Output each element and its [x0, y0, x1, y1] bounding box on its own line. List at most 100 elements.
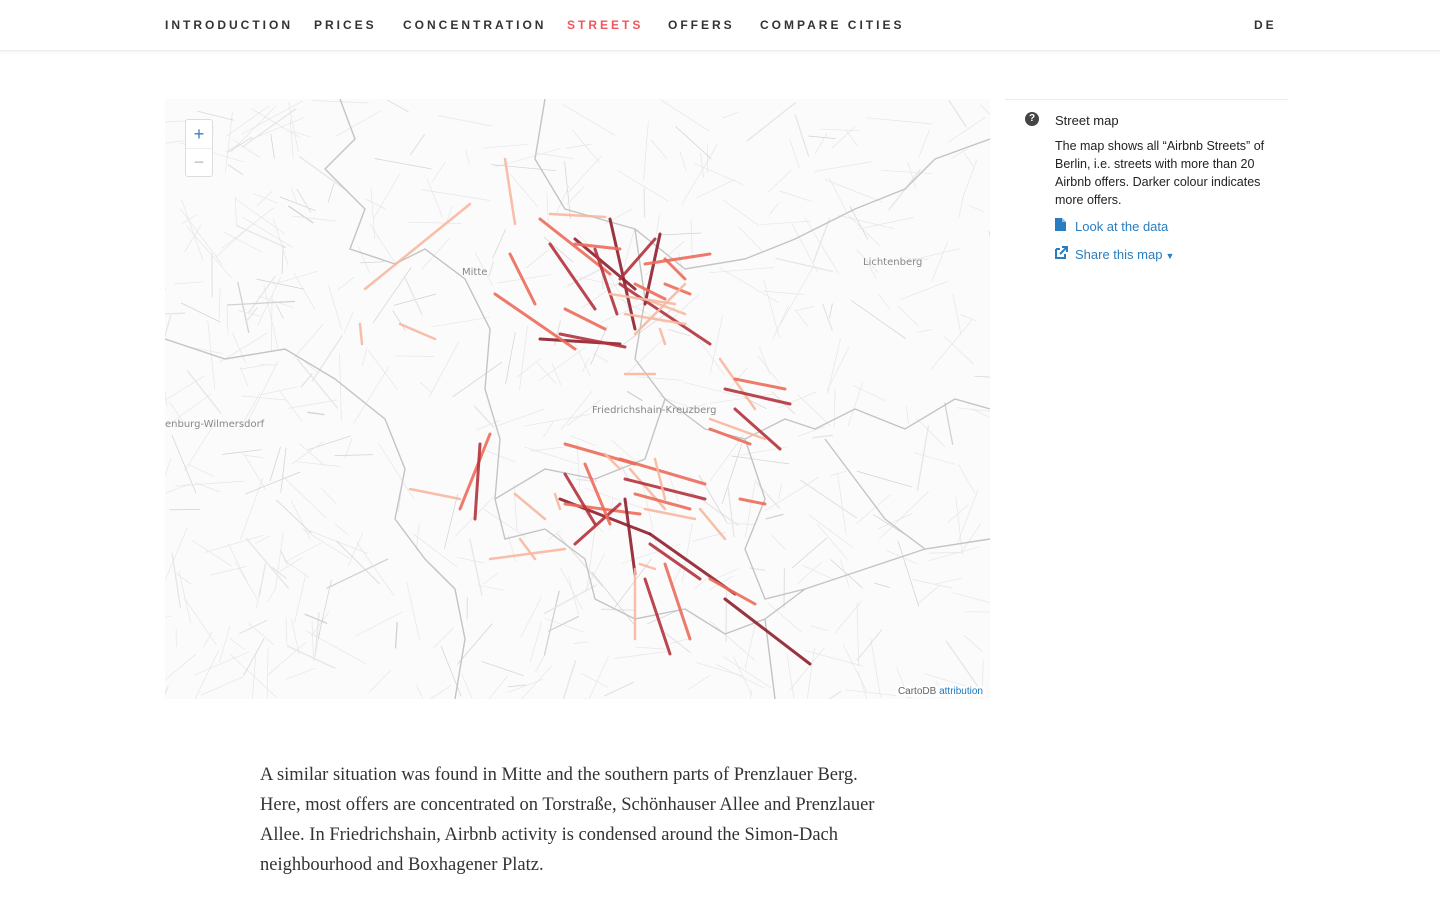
nav-concentration[interactable]: CONCENTRATION	[403, 18, 546, 32]
airbnb-street-segment[interactable]	[653, 457, 667, 501]
basemap-street	[857, 671, 868, 699]
airbnb-street-segment[interactable]	[733, 407, 782, 451]
zoom-out-button[interactable]: −	[186, 148, 212, 176]
basemap-street	[226, 305, 229, 335]
label-lichtenberg: Lichtenberg	[863, 257, 923, 268]
airbnb-street-segment[interactable]	[503, 157, 517, 226]
basemap-street	[431, 161, 446, 183]
basemap-street	[780, 266, 814, 324]
basemap-street	[604, 681, 634, 697]
basemap-street	[211, 253, 213, 298]
basemap-street	[601, 302, 644, 323]
basemap-street	[179, 208, 223, 265]
nav-offers[interactable]: OFFERS	[668, 18, 735, 32]
basemap-street	[186, 369, 222, 414]
basemap-street	[626, 390, 643, 402]
airbnb-street-segment[interactable]	[648, 542, 702, 581]
airbnb-street-segment[interactable]	[633, 282, 687, 336]
basemap-street	[788, 647, 825, 692]
zoom-in-button[interactable]: +	[186, 120, 212, 149]
basemap-street	[802, 565, 836, 581]
airbnb-street-segment[interactable]	[518, 537, 537, 561]
airbnb-street-segment[interactable]	[723, 597, 812, 666]
basemap-street	[918, 128, 931, 158]
basemap-street	[266, 648, 269, 699]
map-canvas[interactable]	[165, 99, 990, 699]
basemap-street	[848, 214, 880, 246]
basemap-street	[296, 461, 341, 467]
basemap-street	[298, 155, 347, 191]
street-map[interactable]: + − Mitte Lichtenberg Friedrichshain-Kre…	[165, 99, 990, 699]
airbnb-street-segment[interactable]	[508, 252, 537, 306]
basemap-street	[872, 514, 905, 535]
basemap-street	[292, 215, 337, 222]
airbnb-street-segment[interactable]	[663, 562, 692, 641]
nav-introduction[interactable]: INTRODUCTION	[165, 18, 293, 32]
basemap-street	[865, 117, 933, 125]
basemap-street	[694, 163, 744, 185]
airbnb-street-segment[interactable]	[573, 502, 622, 546]
basemap-street	[786, 653, 795, 699]
airbnb-street-segment[interactable]	[408, 487, 462, 501]
basemap-street	[795, 306, 814, 312]
basemap-street	[760, 220, 812, 225]
nav-streets[interactable]: STREETS	[567, 18, 643, 32]
airbnb-street-segment[interactable]	[358, 322, 364, 346]
airbnb-street-segment[interactable]	[513, 492, 547, 521]
basemap-street	[524, 446, 578, 465]
basemap-street	[520, 596, 542, 638]
label-mitte: Mitte	[462, 267, 488, 278]
airbnb-street-segment[interactable]	[563, 307, 607, 331]
airbnb-street-segment[interactable]	[738, 497, 767, 506]
airbnb-street-segment[interactable]	[643, 507, 697, 521]
airbnb-street-segment[interactable]	[663, 257, 687, 281]
basemap-street	[727, 522, 756, 525]
look-at-data-link[interactable]: Look at the data	[1055, 218, 1168, 234]
basemap-street	[617, 170, 669, 202]
basemap-street	[870, 638, 881, 698]
airbnb-street-segment[interactable]	[623, 497, 637, 576]
airbnb-street-segment[interactable]	[718, 357, 757, 411]
basemap-street	[906, 406, 909, 425]
basemap-street	[826, 346, 850, 392]
language-switch[interactable]: DE	[1254, 18, 1277, 32]
basemap-street	[360, 261, 385, 264]
airbnb-street-segment[interactable]	[363, 202, 472, 291]
basemap-street	[723, 199, 760, 227]
basemap-street	[469, 538, 483, 596]
airbnb-street-segment[interactable]	[548, 212, 607, 219]
attribution-link[interactable]: attribution	[939, 686, 983, 697]
airbnb-street-segment[interactable]	[398, 322, 437, 341]
airbnb-street-segment[interactable]	[473, 442, 482, 521]
basemap-street	[485, 450, 516, 463]
airbnb-street-segment[interactable]	[563, 472, 597, 526]
basemap-street	[539, 346, 586, 381]
basemap-street	[456, 556, 485, 564]
basemap-street	[192, 540, 232, 567]
airbnb-street-segment[interactable]	[723, 387, 792, 406]
airbnb-street-segment[interactable]	[548, 242, 597, 311]
airbnb-street-segment[interactable]	[618, 282, 712, 346]
nav-compare-cities[interactable]: COMPARE CITIES	[760, 18, 904, 32]
basemap-street	[343, 311, 354, 333]
basemap-street	[899, 280, 949, 301]
nav-prices[interactable]: PRICES	[314, 18, 377, 32]
share-map-link[interactable]: Share this map ▼	[1055, 246, 1174, 262]
airbnb-street-segment[interactable]	[708, 577, 757, 606]
basemap-street	[241, 395, 288, 401]
basemap-street	[765, 513, 784, 520]
basemap-street	[829, 303, 833, 319]
basemap-street	[273, 219, 289, 266]
airbnb-street-segment[interactable]	[638, 562, 657, 571]
basemap-street	[432, 626, 455, 649]
basemap-street	[850, 300, 907, 339]
basemap-street	[165, 312, 186, 315]
basemap-street	[234, 561, 258, 600]
basemap-street	[299, 443, 325, 466]
basemap-street	[856, 602, 860, 667]
basemap-street	[327, 182, 335, 203]
basemap-street	[269, 446, 281, 482]
airbnb-street-segment[interactable]	[553, 492, 562, 511]
basemap-street	[353, 366, 390, 424]
look-at-data-label: Look at the data	[1075, 219, 1169, 234]
